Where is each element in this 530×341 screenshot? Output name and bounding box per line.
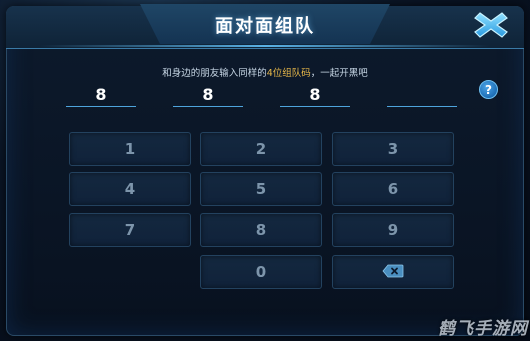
backspace-button[interactable] bbox=[332, 255, 454, 289]
header-glow-line bbox=[40, 45, 490, 47]
key-8[interactable]: 8 bbox=[200, 213, 322, 247]
code-slot-3: 8 bbox=[280, 84, 350, 107]
instruction-text: 和身边的朋友输入同样的4位组队码，一起开黑吧 bbox=[0, 65, 530, 79]
code-slot-4 bbox=[387, 84, 457, 107]
close-x-icon bbox=[474, 12, 508, 38]
close-button[interactable] bbox=[466, 6, 516, 44]
instruction-after: ，一起开黑吧 bbox=[310, 68, 368, 79]
key-1[interactable]: 1 bbox=[69, 132, 191, 166]
help-button[interactable]: ? bbox=[479, 80, 498, 99]
instruction-before: 和身边的朋友输入同样的 bbox=[162, 68, 267, 79]
instruction-highlight: 4位组队码 bbox=[266, 68, 311, 79]
key-7[interactable]: 7 bbox=[69, 213, 191, 247]
key-2[interactable]: 2 bbox=[200, 132, 322, 166]
watermark-text: 鹤飞手游网 bbox=[438, 319, 528, 339]
key-6[interactable]: 6 bbox=[332, 172, 454, 206]
code-slot-2: 8 bbox=[173, 84, 243, 107]
dialog-title: 面对面组队 bbox=[215, 16, 315, 37]
key-4[interactable]: 4 bbox=[69, 172, 191, 206]
key-0[interactable]: 0 bbox=[200, 255, 322, 289]
key-5[interactable]: 5 bbox=[200, 172, 322, 206]
help-icon: ? bbox=[485, 83, 492, 97]
key-9[interactable]: 9 bbox=[332, 213, 454, 247]
code-slot-1: 8 bbox=[66, 84, 136, 107]
backspace-icon bbox=[382, 264, 404, 278]
key-3[interactable]: 3 bbox=[332, 132, 454, 166]
